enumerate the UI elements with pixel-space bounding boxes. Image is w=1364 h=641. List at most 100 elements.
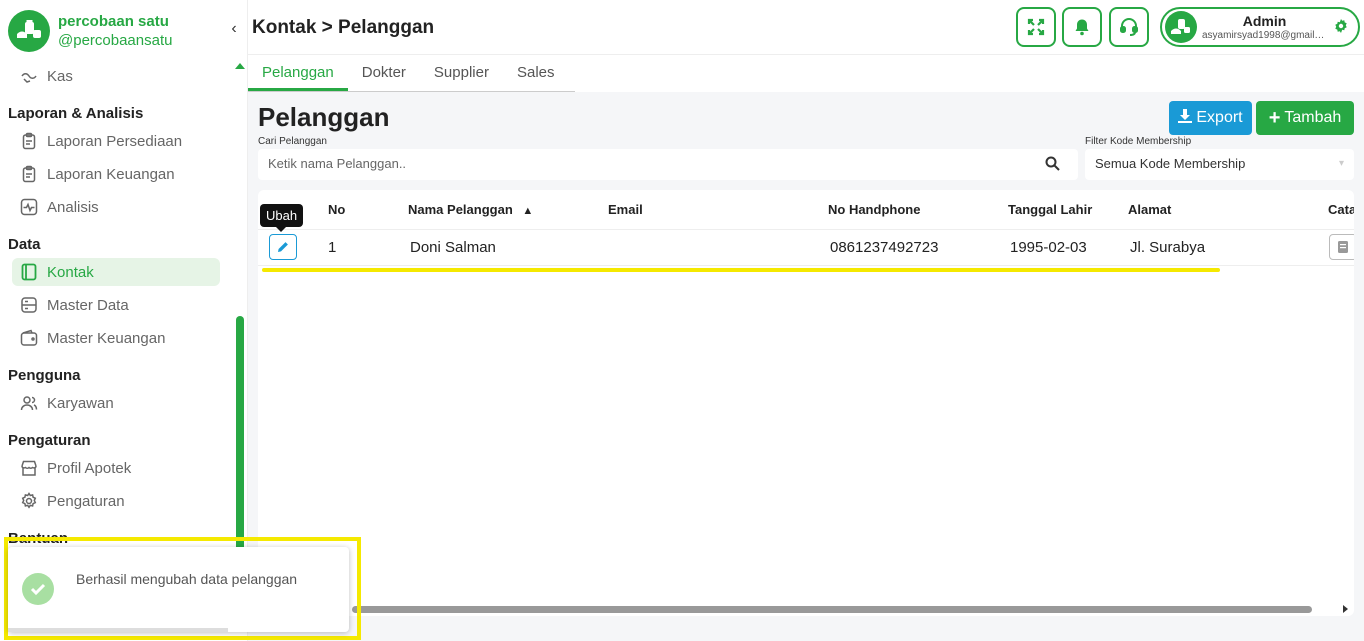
customer-table: No Nama Pelanggan ▲︎ Email No Handphone … — [258, 190, 1354, 616]
brand[interactable]: percobaan satu @percobaansatu — [8, 10, 172, 52]
fullscreen-icon — [1027, 18, 1045, 36]
clipboard-icon — [19, 164, 39, 184]
pencil-icon — [278, 242, 288, 252]
cash-icon — [19, 66, 39, 86]
note-button[interactable] — [1329, 234, 1354, 260]
sidebar-item-label: Profil Apotek — [47, 459, 132, 477]
search-icon[interactable] — [1045, 156, 1060, 174]
sidebar-item-label: Kas — [47, 67, 73, 85]
sidebar-item-label: Laporan Persediaan — [47, 132, 183, 150]
brand-logo-icon — [8, 10, 50, 52]
document-icon — [1338, 241, 1348, 253]
sort-icon[interactable]: ▲︎ — [522, 205, 533, 217]
column-header-name-label: Nama Pelanggan — [408, 202, 513, 217]
cell-address: Jl. Surabya — [1130, 239, 1206, 256]
export-label: Export — [1196, 109, 1243, 126]
sidebar-section-title: Laporan & Analisis — [8, 105, 144, 122]
sidebar-item-kontak[interactable]: Kontak — [12, 258, 220, 286]
toast-progress-bar — [8, 628, 228, 632]
column-header-phone: No Handphone — [828, 202, 921, 217]
filter-value: Semua Kode Membership — [1095, 156, 1246, 171]
success-toast[interactable]: Berhasil mengubah data pelanggan — [8, 547, 349, 632]
sidebar-item-laporan-keuangan[interactable]: Laporan Keuangan — [12, 160, 220, 188]
tab-dokter[interactable]: Dokter — [348, 56, 420, 91]
scroll-up-arrow-icon[interactable] — [235, 63, 245, 69]
add-label: Tambah — [1284, 109, 1342, 126]
main-content: Pelanggan Export + Tambah Cari Pelanggan… — [248, 92, 1364, 641]
column-header-birthdate: Tanggal Lahir — [1008, 202, 1093, 217]
table-row: 1 Doni Salman 0861237492723 1995-02-03 J… — [258, 230, 1354, 266]
user-profile-menu[interactable]: Admin asyamirsyad1998@gmail.com — [1160, 7, 1360, 47]
bell-icon — [1075, 19, 1089, 36]
column-header-notes: Cata — [1328, 202, 1354, 217]
chevron-down-icon: ▾ — [1338, 158, 1344, 169]
support-button[interactable] — [1109, 7, 1149, 47]
contact-tabs: Pelanggan Dokter Supplier Sales — [248, 56, 575, 92]
highlight-underline — [262, 268, 1220, 272]
sidebar-item-label: Master Data — [47, 296, 129, 314]
edit-tooltip: Ubah — [260, 204, 304, 232]
sidebar-section-title: Pengaturan — [8, 432, 91, 449]
plus-icon: + — [1268, 107, 1281, 129]
brand-handle: @percobaansatu — [58, 31, 173, 49]
database-icon — [19, 295, 39, 315]
horizontal-scrollbar[interactable] — [352, 606, 1312, 613]
activity-icon — [19, 197, 39, 217]
collapse-sidebar-icon[interactable]: ‹ — [226, 20, 242, 38]
sidebar-item-analisis[interactable]: Analisis — [12, 193, 220, 221]
notification-button[interactable] — [1062, 7, 1102, 47]
wallet-icon — [19, 328, 39, 348]
sidebar-item-label: Laporan Keuangan — [47, 165, 175, 183]
column-header-name[interactable]: Nama Pelanggan ▲︎ — [408, 202, 533, 217]
sidebar-section-title: Pengguna — [8, 367, 81, 384]
tab-pelanggan[interactable]: Pelanggan — [248, 56, 348, 91]
sidebar-item-laporan-persediaan[interactable]: Laporan Persediaan — [12, 127, 220, 155]
contact-book-icon — [19, 262, 39, 282]
user-email: asyamirsyad1998@gmail.com — [1202, 30, 1327, 41]
membership-filter-select[interactable]: Semua Kode Membership ▾ — [1085, 149, 1354, 180]
search-input[interactable] — [268, 156, 1028, 171]
edit-button[interactable] — [269, 234, 297, 260]
sidebar-item-label: Pengaturan — [47, 492, 125, 510]
column-header-email: Email — [608, 202, 643, 217]
export-button[interactable]: Export — [1169, 101, 1252, 135]
filter-label: Filter Kode Membership — [1085, 136, 1192, 147]
add-customer-button[interactable]: + Tambah — [1256, 101, 1354, 135]
cell-birthdate: 1995-02-03 — [1010, 239, 1087, 256]
top-header: Kontak > Pelanggan Admin asyamirsyad1998… — [248, 0, 1364, 55]
users-icon — [19, 393, 39, 413]
brand-name: percobaan satu — [58, 12, 169, 30]
sidebar-item-pengaturan[interactable]: Pengaturan — [12, 487, 220, 515]
column-header-no: No — [328, 202, 346, 217]
tab-sales[interactable]: Sales — [503, 56, 569, 91]
search-label: Cari Pelanggan — [258, 136, 327, 147]
page-title: Pelanggan — [258, 102, 390, 132]
toast-message: Berhasil mengubah data pelanggan — [76, 571, 298, 587]
sidebar-item-label: Kontak — [47, 263, 94, 281]
sidebar-item-master-data[interactable]: Master Data — [12, 291, 220, 319]
scroll-right-arrow-icon[interactable] — [1343, 605, 1348, 613]
breadcrumb: Kontak > Pelanggan — [252, 17, 435, 38]
download-icon — [1178, 108, 1193, 128]
sidebar-item-kas[interactable]: Kas — [12, 62, 220, 90]
cell-name: Doni Salman — [410, 239, 496, 256]
headset-icon — [1120, 18, 1138, 36]
fullscreen-button[interactable] — [1016, 7, 1056, 47]
store-icon — [19, 458, 39, 478]
gear-icon — [19, 491, 39, 511]
sidebar-item-master-keuangan[interactable]: Master Keuangan — [12, 324, 220, 352]
sidebar-scroll-thumb[interactable] — [236, 316, 244, 556]
check-circle-icon — [22, 573, 54, 605]
sidebar-item-label: Analisis — [47, 198, 99, 216]
sidebar-item-label: Karyawan — [47, 394, 114, 412]
user-name: Admin — [1242, 13, 1287, 29]
avatar — [1165, 11, 1197, 43]
cell-phone: 0861237492723 — [830, 239, 939, 256]
cell-no: 1 — [328, 239, 337, 256]
sidebar-item-karyawan[interactable]: Karyawan — [12, 389, 220, 417]
gear-icon[interactable] — [1334, 19, 1348, 36]
column-header-address: Alamat — [1128, 202, 1172, 217]
sidebar-item-profil-apotek[interactable]: Profil Apotek — [12, 454, 220, 482]
tab-supplier[interactable]: Supplier — [420, 56, 503, 91]
sidebar-section-title: Data — [8, 236, 41, 253]
